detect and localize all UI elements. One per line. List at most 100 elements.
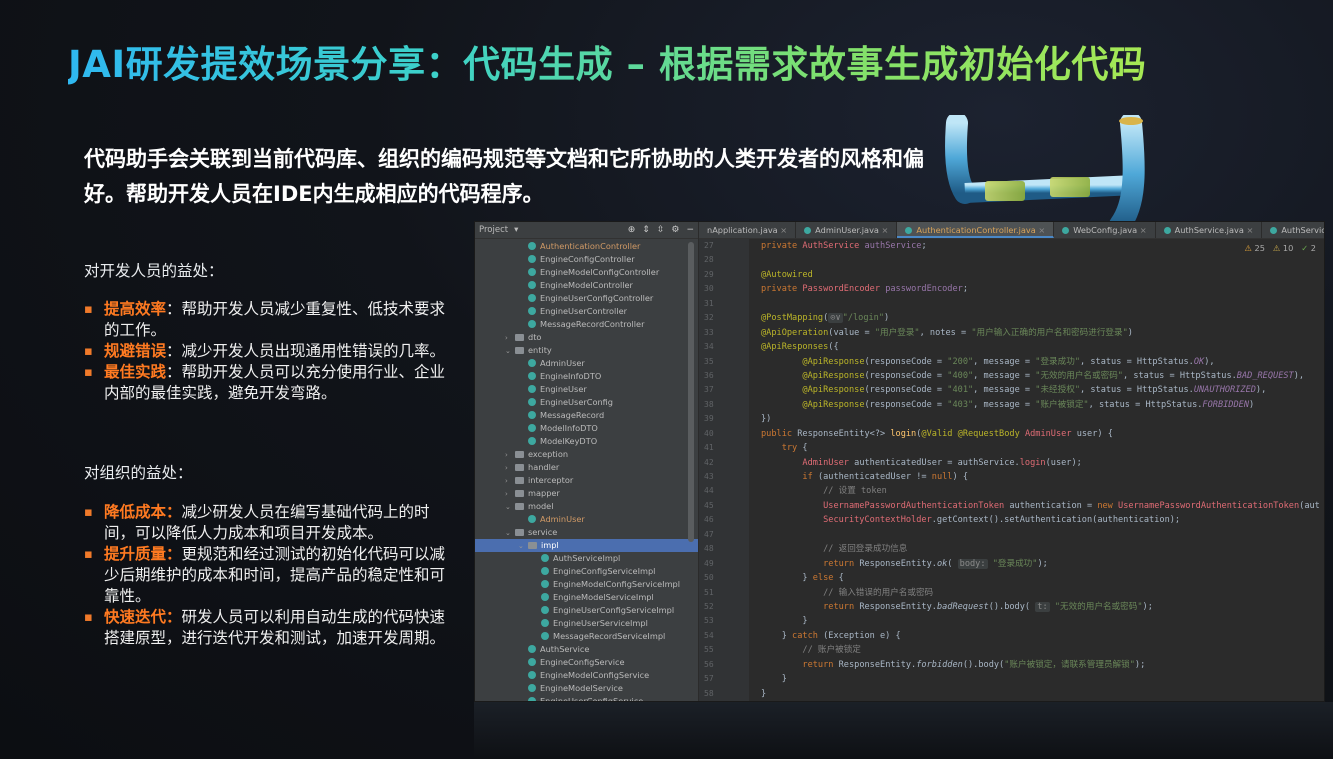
editor-tab[interactable]: AuthService.java × <box>1156 222 1263 238</box>
background-strip <box>474 702 1333 759</box>
tree-item[interactable]: MessageRecordController <box>475 318 698 331</box>
tree-item[interactable]: EngineUserConfigServiceImpl <box>475 604 698 617</box>
tree-item[interactable]: EngineModelConfigServiceImpl <box>475 578 698 591</box>
tab-label: AuthServiceImpl.java <box>1281 225 1325 235</box>
close-icon[interactable]: × <box>1036 225 1045 235</box>
close-icon[interactable]: × <box>778 225 787 235</box>
project-label[interactable]: Project <box>479 225 508 235</box>
tree-item[interactable]: AdminUser <box>475 357 698 370</box>
tree-item[interactable]: EngineModelConfigService <box>475 669 698 682</box>
tree-item[interactable]: EngineUserConfigController <box>475 292 698 305</box>
line-number: 45 <box>704 500 714 510</box>
editor-tab[interactable]: nApplication.java × <box>699 222 797 238</box>
tree-item[interactable]: EngineUserConfig <box>475 396 698 409</box>
tree-item[interactable]: › dto <box>475 331 698 344</box>
tree-item[interactable]: ⌄ impl <box>475 539 698 552</box>
code-line: private PasswordEncoder passwordEncoder; <box>761 284 968 295</box>
tree-item[interactable]: ⌄ model <box>475 500 698 513</box>
code-line: return ResponseEntity.badRequest().body(… <box>823 601 1153 612</box>
chevron-down-icon[interactable]: ▾ <box>514 225 518 235</box>
tree-item[interactable]: ⌄ entity <box>475 344 698 357</box>
tree-item[interactable]: AuthenticationController <box>475 240 698 253</box>
tree-item[interactable]: EngineModelServiceImpl <box>475 591 698 604</box>
line-number: 56 <box>704 659 714 669</box>
code-line: UsernamePasswordAuthenticationToken auth… <box>823 500 1320 511</box>
tree-item[interactable]: EngineConfigService <box>475 656 698 669</box>
class-icon <box>541 606 549 614</box>
line-number: 53 <box>704 616 714 626</box>
tree-item-label: EngineUser <box>540 384 587 394</box>
tree-item[interactable]: EngineModelController <box>475 279 698 292</box>
tab-label: nApplication.java <box>707 225 778 235</box>
class-icon <box>528 424 536 432</box>
tree-item[interactable]: › exception <box>475 448 698 461</box>
editor-tab[interactable]: AuthenticationController.java × <box>897 222 1055 238</box>
tree-item[interactable]: MessageRecord <box>475 409 698 422</box>
editor-tab[interactable]: AuthServiceImpl.java × <box>1262 222 1325 238</box>
code-line: } <box>761 688 767 699</box>
editor-tab[interactable]: AdminUser.java × <box>796 222 898 238</box>
folder-icon <box>515 477 524 484</box>
gear-icon[interactable]: ⚙ <box>671 225 679 235</box>
line-number: 48 <box>704 544 714 554</box>
class-icon <box>528 398 536 406</box>
editor-tab[interactable]: WebConfig.java × <box>1054 222 1156 238</box>
tree-item[interactable]: EngineUserServiceImpl <box>475 617 698 630</box>
tree-item[interactable]: EngineModelService <box>475 682 698 695</box>
code-line: } catch (Exception e) { <box>761 630 901 641</box>
tree-item-label: mapper <box>528 488 560 498</box>
close-icon[interactable]: × <box>1137 225 1147 235</box>
tree-item[interactable]: EngineUser <box>475 383 698 396</box>
tree-item[interactable]: EngineUserConfigService <box>475 695 698 701</box>
expand-icon[interactable]: ⇳ <box>657 225 665 235</box>
code-editor[interactable]: private AuthService authService; @Autowi… <box>761 239 1324 701</box>
tree-item[interactable]: ModelInfoDTO <box>475 422 698 435</box>
code-line: // 账户被锁定 <box>802 645 861 656</box>
close-icon[interactable]: × <box>879 225 889 235</box>
minimize-icon[interactable]: − <box>686 225 694 235</box>
tree-item[interactable]: › interceptor <box>475 474 698 487</box>
line-number: 49 <box>704 558 714 568</box>
tree-item[interactable]: ⌄ service <box>475 526 698 539</box>
code-line: @Autowired <box>761 269 813 280</box>
tree-item[interactable]: › handler <box>475 461 698 474</box>
line-number: 31 <box>704 298 714 308</box>
line-number: 50 <box>704 573 714 583</box>
locate-icon[interactable]: ⊕ <box>628 225 636 235</box>
class-icon <box>528 359 536 367</box>
tab-label: AdminUser.java <box>815 225 879 235</box>
line-number: 32 <box>704 313 714 323</box>
line-number: 42 <box>704 457 714 467</box>
class-icon <box>541 619 549 627</box>
tree-item[interactable]: EngineModelConfigController <box>475 266 698 279</box>
tree-item[interactable]: MessageRecordServiceImpl <box>475 630 698 643</box>
class-icon <box>528 437 536 445</box>
class-icon <box>541 580 549 588</box>
tree-item[interactable]: ModelKeyDTO <box>475 435 698 448</box>
tree-item[interactable]: EngineInfoDTO <box>475 370 698 383</box>
dev-benefits-list: 提高效率：帮助开发人员减少重复性、低技术要求的工作。 规避错误：减少开发人员出现… <box>84 299 454 404</box>
ide-screenshot: Project ▾ ⊕ ⇕ ⇳ ⚙ − AuthenticationContro… <box>474 221 1325 702</box>
line-number: 47 <box>704 529 714 539</box>
tree-item-label: interceptor <box>528 475 574 485</box>
line-number: 38 <box>704 399 714 409</box>
close-icon[interactable]: × <box>1244 225 1253 235</box>
class-icon <box>1270 227 1278 234</box>
tree-item-label: dto <box>528 332 542 342</box>
tree-item-label: EngineInfoDTO <box>540 371 602 381</box>
tree-item[interactable]: AuthServiceImpl <box>475 552 698 565</box>
tree-item[interactable]: AuthService <box>475 643 698 656</box>
tree-item[interactable]: EngineConfigController <box>475 253 698 266</box>
tree-item[interactable]: AdminUser <box>475 513 698 526</box>
line-number: 34 <box>704 342 714 352</box>
code-line: // 设置 token <box>823 486 887 497</box>
scrollbar[interactable] <box>688 242 694 542</box>
tree-item[interactable]: › mapper <box>475 487 698 500</box>
code-line: @ApiResponse(responseCode = "200", messa… <box>802 356 1215 367</box>
tree-item[interactable]: EngineUserController <box>475 305 698 318</box>
collapse-icon[interactable]: ⇕ <box>642 225 650 235</box>
list-item: 规避错误：减少开发人员出现通用性错误的几率。 <box>84 341 454 362</box>
tree-item-label: ModelKeyDTO <box>540 436 598 446</box>
tree-item[interactable]: EngineConfigServiceImpl <box>475 565 698 578</box>
